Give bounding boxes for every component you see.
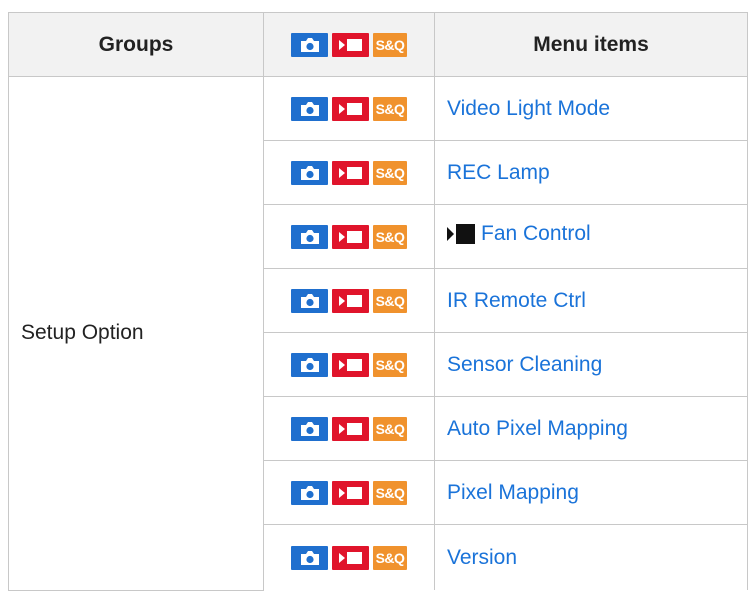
menu-items-table: Groups S&Q Menu items Setup Option S&Q V… (8, 12, 748, 591)
movie-camera-icon (332, 288, 369, 313)
table-row: Setup Option S&Q Video Light Mode (8, 76, 748, 591)
table-header-row: Groups S&Q Menu items (8, 12, 748, 77)
mode-icons-cell: S&Q (263, 140, 435, 205)
slow-quick-icon: S&Q (373, 288, 407, 313)
menu-item-label: Fan Control (481, 222, 591, 245)
menu-item-link-auto-pixel-mapping[interactable]: Auto Pixel Mapping (447, 417, 628, 441)
movie-camera-icon (332, 480, 369, 505)
camera-icon (291, 480, 328, 505)
menu-item-link-rec-lamp[interactable]: REC Lamp (447, 161, 550, 185)
mode-icons: S&Q (291, 32, 407, 57)
movie-camera-icon (332, 32, 369, 57)
movie-camera-icon (332, 545, 369, 570)
menu-item-cell: Auto Pixel Mapping (434, 396, 748, 461)
menu-item-cell: Fan Control (434, 204, 748, 269)
mode-icons-cell: S&Q (263, 524, 435, 590)
menu-item-cell: Sensor Cleaning (434, 332, 748, 397)
group-cell: Setup Option (8, 76, 264, 591)
mode-icons: S&Q (291, 545, 407, 570)
slow-quick-icon: S&Q (373, 32, 407, 57)
menu-item-cell: Video Light Mode (434, 76, 748, 141)
mode-icons-cell: S&Q (263, 268, 435, 333)
menu-item-cell: IR Remote Ctrl (434, 268, 748, 333)
movie-camera-icon (332, 96, 369, 121)
slow-quick-icon: S&Q (373, 224, 407, 249)
mode-icons-cell: S&Q (263, 396, 435, 461)
mode-icons: S&Q (291, 96, 407, 121)
mode-icons: S&Q (291, 416, 407, 441)
camera-icon (291, 288, 328, 313)
menu-item-cell: REC Lamp (434, 140, 748, 205)
menu-item-link-pixel-mapping[interactable]: Pixel Mapping (447, 481, 579, 505)
camera-icon (291, 160, 328, 185)
camera-icon (291, 545, 328, 570)
mode-icons: S&Q (291, 160, 407, 185)
menu-item-cell: Pixel Mapping (434, 460, 748, 525)
camera-icon (291, 416, 328, 441)
movie-camera-icon (332, 352, 369, 377)
movie-camera-icon (332, 224, 369, 249)
slow-quick-icon: S&Q (373, 96, 407, 121)
menu-item-link-ir-remote-ctrl[interactable]: IR Remote Ctrl (447, 289, 586, 313)
mode-icons: S&Q (291, 480, 407, 505)
mode-icons-cell: S&Q (263, 204, 435, 269)
menu-item-link-version[interactable]: Version (447, 546, 517, 570)
groups-header: Groups (8, 12, 264, 77)
mode-icons-cell: S&Q (263, 76, 435, 141)
slow-quick-icon: S&Q (373, 545, 407, 570)
slow-quick-icon: S&Q (373, 480, 407, 505)
mode-icons: S&Q (291, 352, 407, 377)
slow-quick-icon: S&Q (373, 416, 407, 441)
mode-icons-cell: S&Q (263, 460, 435, 525)
camera-icon (291, 96, 328, 121)
menu-item-cell: Version (434, 524, 748, 590)
mode-icons: S&Q (291, 288, 407, 313)
slow-quick-icon: S&Q (373, 160, 407, 185)
movie-mode-icon (447, 223, 475, 245)
menu-item-link-sensor-cleaning[interactable]: Sensor Cleaning (447, 353, 602, 377)
movie-camera-icon (332, 160, 369, 185)
camera-icon (291, 224, 328, 249)
menu-items-header: Menu items (434, 12, 748, 77)
menu-item-link-fan-control[interactable]: Fan Control (447, 222, 591, 246)
camera-icon (291, 352, 328, 377)
movie-camera-icon (332, 416, 369, 441)
mode-icons: S&Q (291, 224, 407, 249)
slow-quick-icon: S&Q (373, 352, 407, 377)
modes-header: S&Q (263, 12, 435, 77)
camera-icon (291, 32, 328, 57)
menu-item-link-video-light-mode[interactable]: Video Light Mode (447, 97, 610, 121)
mode-icons-cell: S&Q (263, 332, 435, 397)
